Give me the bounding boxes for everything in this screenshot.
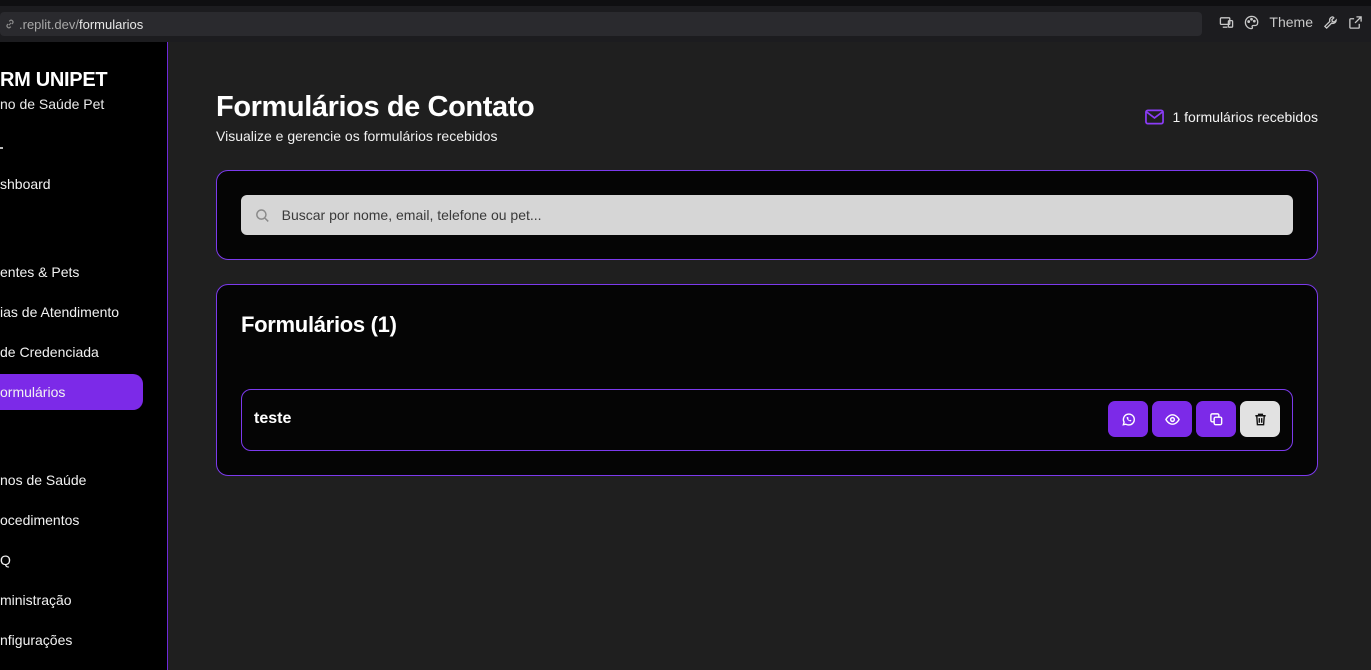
- sidebar-item-label: ministração: [0, 592, 72, 608]
- search-field[interactable]: [241, 195, 1293, 235]
- view-button[interactable]: [1152, 401, 1192, 437]
- sidebar-item-forms[interactable]: ormulários: [0, 374, 143, 410]
- sidebar-item-plans[interactable]: nos de Saúde: [0, 462, 143, 498]
- sidebar-item-procedures[interactable]: ocedimentos: [0, 502, 143, 538]
- form-name: teste: [254, 410, 292, 427]
- url-path: formularios: [78, 16, 144, 32]
- sidebar-item-clients-pets[interactable]: entes & Pets: [0, 254, 143, 290]
- forms-list-title: Formulários (1): [241, 312, 397, 337]
- sidebar-item-label: de Credenciada: [0, 344, 99, 360]
- whatsapp-icon: [1121, 412, 1135, 426]
- main-content: Formulários de Contato Visualize e geren…: [169, 42, 1371, 670]
- forms-count-badge: 1 formulários recebidos: [1145, 109, 1318, 125]
- copy-icon: [1209, 412, 1222, 425]
- url-host: .replit.dev/: [19, 16, 79, 32]
- palette-icon[interactable]: [1244, 15, 1259, 30]
- external-link-icon[interactable]: [1348, 15, 1363, 30]
- sidebar-item-settings[interactable]: nfigurações: [0, 622, 143, 658]
- sidebar-item-faq[interactable]: Q: [0, 542, 143, 578]
- link-icon: [6, 19, 14, 29]
- search-card: [216, 170, 1318, 260]
- delete-button[interactable]: [1240, 401, 1280, 437]
- search-icon: [256, 208, 269, 222]
- sidebar-item-guides[interactable]: ias de Atendimento: [0, 294, 143, 330]
- eye-icon: [1164, 413, 1180, 425]
- sidebar-item-label: nfigurações: [0, 632, 73, 648]
- copy-button[interactable]: [1196, 401, 1236, 437]
- trash-icon: [1254, 413, 1266, 425]
- sidebar-item-label: nos de Saúde: [0, 472, 87, 488]
- browser-tools: Theme: [1219, 14, 1363, 30]
- sidebar-item-label: Q: [0, 552, 11, 568]
- theme-label[interactable]: Theme: [1269, 14, 1313, 30]
- row-actions: [1108, 401, 1280, 437]
- brand-subtitle: no de Saúde Pet: [0, 96, 105, 112]
- section-divider: [0, 147, 3, 149]
- wrench-icon[interactable]: [1323, 15, 1338, 30]
- forms-list-card: Formulários (1) teste: [216, 284, 1318, 476]
- sidebar-item-dashboard[interactable]: shboard: [0, 166, 143, 202]
- devices-icon[interactable]: [1219, 15, 1234, 30]
- mail-icon: [1145, 109, 1165, 125]
- brand-title: RM UNIPET: [0, 69, 108, 91]
- search-input[interactable]: [281, 207, 1293, 223]
- browser-bar: .replit.dev/formularios Theme: [0, 0, 1371, 42]
- sidebar-item-label: ias de Atendimento: [0, 304, 120, 320]
- sidebar: RM UNIPET no de Saúde Pet shboard entes …: [0, 42, 168, 670]
- sidebar-item-label: entes & Pets: [0, 264, 80, 280]
- address-bar[interactable]: .replit.dev/formularios: [0, 12, 1202, 36]
- sidebar-item-label: ormulários: [0, 384, 66, 400]
- sidebar-item-admin[interactable]: ministração: [0, 582, 143, 618]
- page-subtitle: Visualize e gerencie os formulários rece…: [216, 128, 498, 144]
- sidebar-item-label: ocedimentos: [0, 512, 80, 528]
- sidebar-item-label: shboard: [0, 176, 51, 192]
- whatsapp-button[interactable]: [1108, 401, 1148, 437]
- sidebar-item-network[interactable]: de Credenciada: [0, 334, 143, 370]
- page-title: Formulários de Contato: [216, 91, 535, 123]
- list-item[interactable]: teste: [241, 389, 1293, 451]
- forms-count-label: 1 formulários recebidos: [1172, 109, 1318, 125]
